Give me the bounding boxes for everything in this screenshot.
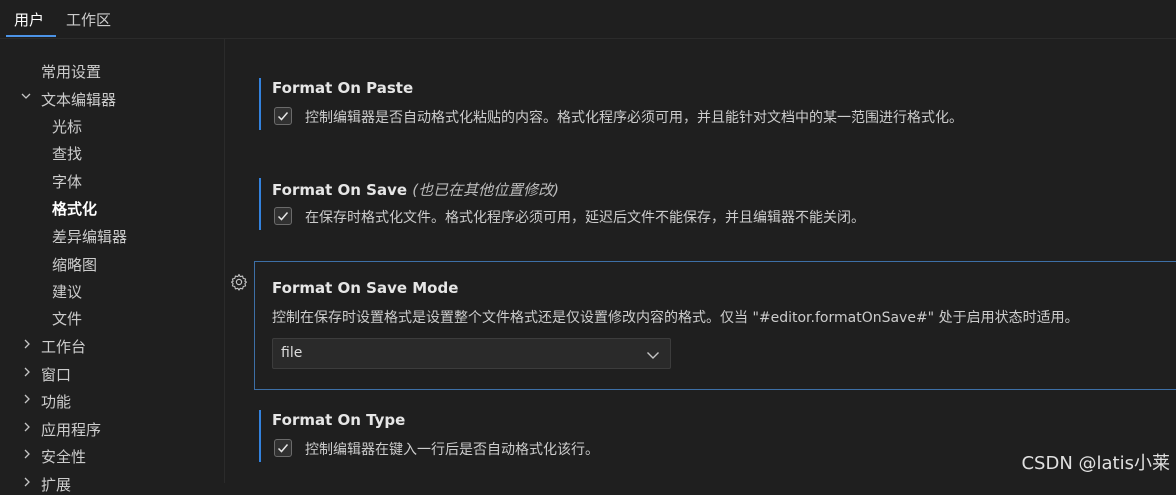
toc-minimap[interactable]: 缩略图 xyxy=(52,254,97,275)
active-tab-indicator xyxy=(6,35,56,37)
setting-description: 控制在保存时设置格式是设置整个文件格式还是仅设置修改内容的格式。仅当 "#edi… xyxy=(272,310,1079,326)
format-on-paste-checkbox[interactable] xyxy=(274,107,292,125)
modified-indicator xyxy=(259,178,261,230)
chevron-right-icon[interactable] xyxy=(21,393,33,409)
toc-workbench[interactable]: 工作台 xyxy=(41,336,86,357)
chevron-right-icon[interactable] xyxy=(21,448,33,464)
format-on-type-checkbox[interactable] xyxy=(274,439,292,457)
toc-text-editor[interactable]: 文本编辑器 xyxy=(41,89,116,110)
chevron-down-icon[interactable] xyxy=(20,90,32,106)
toc-find[interactable]: 查找 xyxy=(52,143,82,164)
setting-title: Format On Paste xyxy=(272,79,414,97)
chevron-right-icon[interactable] xyxy=(21,338,33,354)
check-icon xyxy=(277,212,289,221)
toc-diff-editor[interactable]: 差异编辑器 xyxy=(52,226,127,247)
check-icon xyxy=(277,444,289,453)
format-on-save-checkbox[interactable] xyxy=(274,207,292,225)
toc-formatting[interactable]: 格式化 xyxy=(52,198,97,219)
toc-font[interactable]: 字体 xyxy=(52,171,82,192)
modified-indicator xyxy=(259,78,261,130)
setting-description: 控制编辑器在键入一行后是否自动格式化该行。 xyxy=(305,442,599,458)
chevron-right-icon[interactable] xyxy=(21,366,33,382)
check-icon xyxy=(277,112,289,121)
toc-cursor[interactable]: 光标 xyxy=(52,116,82,137)
chevron-right-icon[interactable] xyxy=(21,476,33,492)
chevron-down-icon xyxy=(646,348,660,364)
toc-security[interactable]: 安全性 xyxy=(41,446,86,467)
toc-extensions[interactable]: 扩展 xyxy=(41,474,71,495)
format-on-save-mode-select[interactable]: file xyxy=(272,338,671,369)
toc-features[interactable]: 功能 xyxy=(41,391,71,412)
setting-title: Format On Type xyxy=(272,411,406,429)
watermark: CSDN @latis小莱 xyxy=(1021,453,1170,474)
settings-toc: 常用设置 文本编辑器 光标 查找 字体 格式化 差异编辑器 缩略图 建议 文件 … xyxy=(0,39,225,494)
modified-indicator xyxy=(259,410,261,462)
settings-list: Format On Paste 控制编辑器是否自动格式化粘贴的内容。格式化程序必… xyxy=(225,39,1176,483)
setting-title: Format On Save (也已在其他位置修改) xyxy=(272,179,559,200)
toc-suggest[interactable]: 建议 xyxy=(52,281,82,302)
setting-title: Format On Save Mode xyxy=(272,279,459,297)
setting-description: 在保存时格式化文件。格式化程序必须可用，延迟后文件不能保存，并且编辑器不能关闭。 xyxy=(305,210,865,226)
tab-workspace[interactable]: 工作区 xyxy=(66,9,111,30)
chevron-right-icon[interactable] xyxy=(21,421,33,437)
toc-files[interactable]: 文件 xyxy=(52,308,82,329)
settings-scope-tabs: 用户 工作区 xyxy=(0,0,1176,39)
toc-application[interactable]: 应用程序 xyxy=(41,419,101,440)
select-value: file xyxy=(281,345,303,361)
toc-window[interactable]: 窗口 xyxy=(41,364,71,385)
gear-icon[interactable] xyxy=(230,273,248,295)
setting-title-text: Format On Save xyxy=(272,181,408,199)
tab-user[interactable]: 用户 xyxy=(14,9,44,30)
setting-description: 控制编辑器是否自动格式化粘贴的内容。格式化程序必须可用，并且能针对文档中的某一范… xyxy=(305,110,963,126)
toc-common[interactable]: 常用设置 xyxy=(41,61,101,82)
modified-elsewhere-note[interactable]: (也已在其他位置修改) xyxy=(412,181,559,199)
